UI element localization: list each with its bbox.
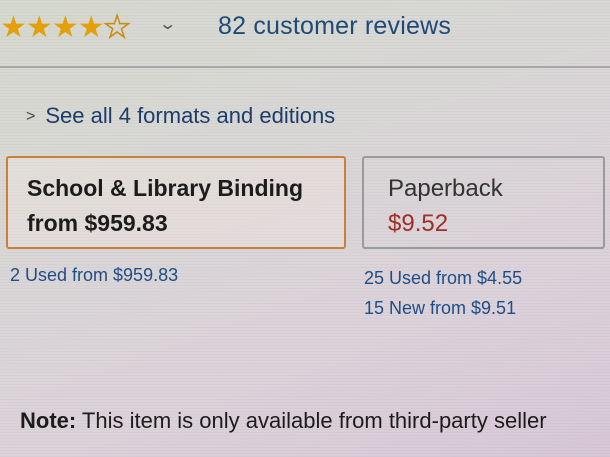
binding-used-offers-link[interactable]: 2 Used from $959.83 bbox=[10, 265, 178, 286]
star-filled-icon: ★ bbox=[77, 11, 105, 44]
star-filled-icon: ★ bbox=[51, 11, 79, 44]
see-all-formats-label: See all 4 formats and editions bbox=[45, 103, 336, 128]
availability-note: Note: This item is only available from t… bbox=[20, 408, 547, 434]
paperback-used-offers-link[interactable]: 25 Used from $4.55 bbox=[364, 268, 522, 289]
format-option-school-library-binding[interactable]: School & Library Binding from $959.83 bbox=[6, 156, 346, 249]
chevron-down-icon[interactable]: ⌄ bbox=[158, 14, 177, 34]
format-name: School & Library Binding bbox=[27, 175, 304, 201]
star-empty-icon: ★ bbox=[103, 10, 131, 45]
format-name: Paperback bbox=[388, 175, 503, 202]
format-option-paperback[interactable]: Paperback $9.52 bbox=[362, 156, 605, 249]
star-rating[interactable]: ★ ★ ★ ★ ★ bbox=[0, 8, 131, 48]
format-price: $9.52 bbox=[388, 210, 449, 237]
format-price: from $959.83 bbox=[27, 210, 168, 236]
review-count-link[interactable]: 82 customer reviews bbox=[218, 12, 451, 41]
paperback-new-offers-link[interactable]: 15 New from $9.51 bbox=[364, 298, 516, 319]
star-filled-icon: ★ bbox=[0, 11, 27, 44]
chevron-right-icon: > bbox=[26, 108, 36, 125]
note-text: This item is only available from third-p… bbox=[76, 408, 547, 433]
divider bbox=[0, 66, 610, 68]
see-all-formats-link[interactable]: > See all 4 formats and editions bbox=[26, 103, 335, 129]
star-filled-icon: ★ bbox=[25, 11, 53, 44]
rating-row: ★ ★ ★ ★ ★ ⌄ 82 customer reviews bbox=[0, 8, 610, 48]
note-label: Note: bbox=[20, 408, 77, 433]
